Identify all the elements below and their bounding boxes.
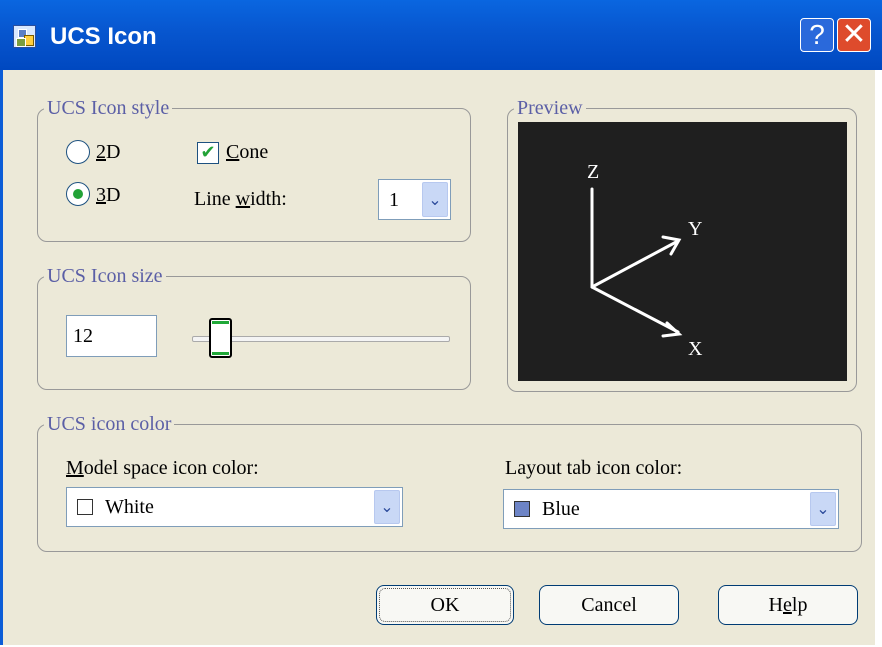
- layout-tab-color-value: Blue: [542, 498, 580, 520]
- cone-checkbox[interactable]: ✔: [197, 142, 219, 164]
- chevron-down-icon[interactable]: ⌄: [374, 490, 400, 524]
- radio-2d-label[interactable]: 2D: [96, 140, 120, 164]
- ok-button[interactable]: OK: [376, 585, 514, 625]
- help-button[interactable]: Help: [718, 585, 858, 625]
- radio-3d[interactable]: [66, 182, 90, 206]
- x-axis-line: [590, 285, 680, 334]
- icon-size-slider-thumb[interactable]: [209, 318, 232, 358]
- radio-2d[interactable]: [66, 140, 90, 164]
- layout-tab-color-select[interactable]: Blue ⌄: [503, 489, 839, 529]
- ucs-icon-style-group: UCS Icon style: [37, 96, 471, 242]
- window-title: UCS Icon: [50, 23, 157, 50]
- blue-swatch: [514, 501, 530, 517]
- radio-3d-label[interactable]: 3D: [96, 183, 120, 207]
- ucs-axes-icon: Z Y X: [587, 161, 703, 360]
- close-button[interactable]: ✕: [837, 18, 871, 52]
- axis-y-label: Y: [688, 218, 702, 240]
- ucs-icon-color-title: UCS icon color: [44, 412, 175, 436]
- axis-x-label: X: [688, 338, 703, 360]
- ucs-icon-size-title: UCS Icon size: [44, 264, 166, 288]
- chevron-down-icon[interactable]: ⌄: [810, 492, 836, 526]
- preview-canvas: Z Y X: [518, 122, 847, 381]
- preview-title: Preview: [514, 96, 586, 120]
- cancel-button[interactable]: Cancel: [539, 585, 679, 625]
- model-space-color-select[interactable]: White ⌄: [66, 487, 403, 527]
- checkmark-icon: ✔: [200, 142, 216, 163]
- model-space-color-label: Model space icon color:: [66, 457, 259, 479]
- ucs-icon-style-title: UCS Icon style: [44, 96, 173, 120]
- ucs-app-icon: [13, 25, 36, 48]
- cone-label[interactable]: Cone: [226, 140, 268, 164]
- white-swatch: [77, 499, 93, 515]
- axis-z-label: Z: [587, 161, 599, 183]
- title-bar[interactable]: UCS Icon ? ✕: [0, 0, 882, 70]
- line-width-value: 1: [389, 189, 399, 211]
- layout-tab-color-label: Layout tab icon color:: [505, 457, 683, 479]
- icon-size-input[interactable]: 12: [66, 315, 157, 357]
- y-axis-line: [590, 239, 680, 289]
- chevron-down-icon[interactable]: ⌄: [422, 182, 448, 217]
- model-space-color-value: White: [105, 496, 154, 518]
- help-title-button[interactable]: ?: [800, 18, 834, 52]
- line-width-select[interactable]: 1 ⌄: [378, 179, 451, 220]
- line-width-label: Line width:: [194, 188, 287, 210]
